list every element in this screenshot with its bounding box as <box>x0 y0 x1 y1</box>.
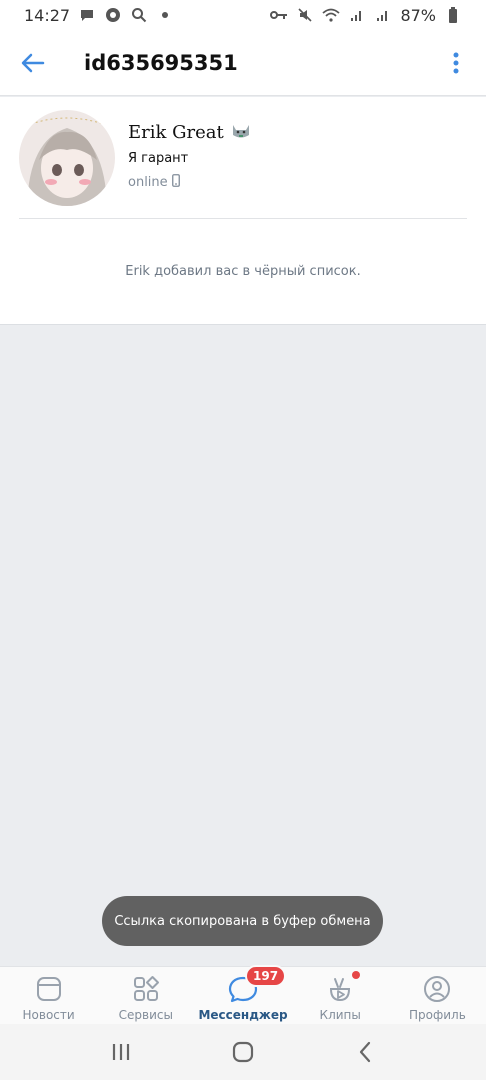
profile-card[interactable]: Erik Great Я гарант online <box>0 97 486 219</box>
recent-apps-button[interactable] <box>101 1032 141 1072</box>
blacklist-notice: Erik добавил вас в чёрный список. <box>0 219 486 325</box>
nav-label-messenger: Мессенджер <box>198 1008 288 1022</box>
chevron-left-icon <box>359 1041 371 1063</box>
status-bar-left: 14:27 <box>24 6 174 25</box>
profile-icon <box>421 973 453 1005</box>
mobile-phone-icon <box>171 174 180 191</box>
system-back-button[interactable] <box>345 1032 385 1072</box>
notification-dot-icon <box>156 6 174 24</box>
system-nav-bar <box>0 1024 486 1080</box>
nav-label-profile: Профиль <box>409 1008 466 1022</box>
signal-icon-1 <box>348 6 366 24</box>
battery-percent: 87% <box>400 5 436 25</box>
clips-notification-dot <box>352 971 361 979</box>
chat-header: id635695351 <box>0 30 486 96</box>
clips-icon <box>324 971 361 1005</box>
news-icon <box>33 973 65 1005</box>
nav-label-news: Новости <box>22 1008 75 1022</box>
messenger-badge: 197 <box>245 965 287 987</box>
more-vertical-icon <box>453 52 459 74</box>
wifi-icon <box>322 6 341 24</box>
nav-item-messenger[interactable]: 197 Мессенджер <box>194 965 291 1024</box>
recent-apps-icon <box>112 1044 130 1060</box>
bottom-nav: Новости Сервисы 197 Мессенджер Клипы Про… <box>0 965 486 1024</box>
online-status: online <box>128 174 180 191</box>
toast-text: Ссылка скопирована в буфер обмена <box>114 913 371 929</box>
name-row: Erik Great <box>128 121 252 143</box>
status-bar-right: 87% <box>270 6 462 25</box>
page-title: id635695351 <box>84 50 238 75</box>
blacklist-notice-text: Erik добавил вас в чёрный список. <box>125 264 361 279</box>
home-button[interactable] <box>223 1032 263 1072</box>
back-button[interactable] <box>0 30 66 96</box>
status-time: 14:27 <box>24 5 71 25</box>
cat-emoji-icon <box>230 121 252 143</box>
profile-status: Я гарант <box>128 151 189 166</box>
battery-icon <box>444 6 462 24</box>
signal-icon-2 <box>374 6 392 24</box>
key-icon <box>270 6 288 24</box>
more-button[interactable] <box>436 43 476 83</box>
profile-name: Erik Great <box>128 121 224 143</box>
nav-item-services[interactable]: Сервисы <box>97 967 194 1024</box>
nav-item-profile[interactable]: Профиль <box>389 967 486 1024</box>
services-icon <box>130 973 162 1005</box>
search-icon <box>130 6 148 24</box>
messenger-icon: 197 <box>227 965 287 1005</box>
home-icon <box>232 1041 254 1063</box>
mute-icon <box>296 6 314 24</box>
nav-item-news[interactable]: Новости <box>0 967 97 1024</box>
arrow-left-icon <box>21 53 45 72</box>
chat-bubble-icon <box>78 6 96 24</box>
shield-app-icon <box>104 6 122 24</box>
nav-item-clips[interactable]: Клипы <box>292 967 389 1024</box>
online-label: online <box>128 175 168 190</box>
nav-label-clips: Клипы <box>319 1008 361 1022</box>
toast: Ссылка скопирована в буфер обмена <box>102 896 383 946</box>
avatar[interactable] <box>19 110 115 206</box>
nav-label-services: Сервисы <box>118 1008 173 1022</box>
status-bar: 14:27 87% <box>0 0 486 30</box>
